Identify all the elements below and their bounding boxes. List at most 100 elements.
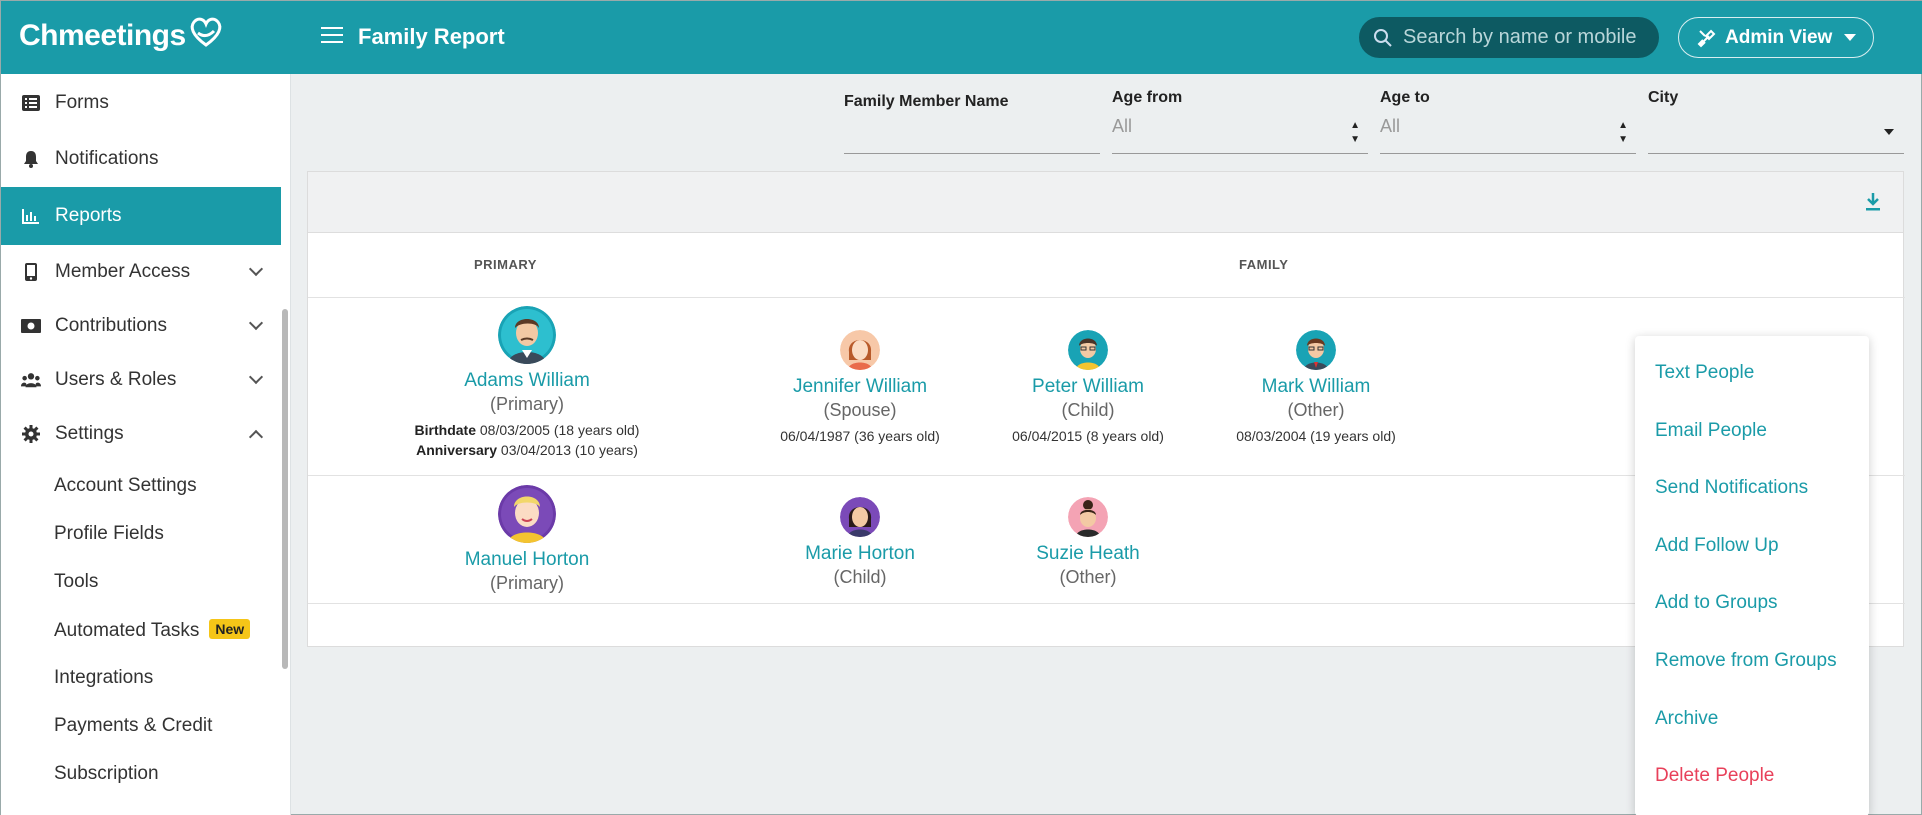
sidebar-subitem-profile-fields[interactable]: Profile Fields [54, 523, 164, 545]
sidebar-item-notifications[interactable]: Notifications [1, 131, 281, 187]
sidebar-item-label: Settings [55, 423, 124, 444]
sidebar-scrollbar[interactable] [282, 309, 288, 669]
person-role: (Other) [1059, 567, 1117, 587]
person-role: (Child) [833, 567, 887, 587]
avatar[interactable] [498, 306, 556, 364]
menu-item-email-people[interactable]: Email People [1655, 420, 1767, 442]
avatar[interactable] [498, 485, 556, 543]
gear-icon [21, 424, 41, 444]
number-spinner-icon[interactable]: ▲ ▼ [1618, 119, 1628, 147]
sidebar-subitem-integrations[interactable]: Integrations [54, 667, 153, 689]
table-row-primary-person: Adams William (Primary) Birthdate 08/03/… [407, 306, 647, 458]
family-member: Suzie Heath (Other) [968, 497, 1208, 588]
sidebar-subitem-label: Automated Tasks [54, 620, 200, 641]
sidebar-item-label: Contributions [55, 315, 167, 336]
users-icon [21, 370, 41, 390]
hamburger-menu-icon[interactable] [321, 27, 343, 47]
menu-item-remove-from-groups[interactable]: Remove from Groups [1655, 650, 1837, 672]
family-member: Mark William (Other) 08/03/2004 (19 year… [1196, 330, 1436, 444]
person-name-link[interactable]: Mark William [1196, 376, 1436, 398]
download-icon[interactable] [1865, 192, 1881, 212]
avatar[interactable] [1068, 497, 1108, 537]
sidebar-item-member-access[interactable]: Member Access [1, 244, 281, 300]
person-role: (Primary) [490, 573, 564, 593]
sidebar-item-label: Notifications [55, 148, 159, 169]
logo-text: Chmeetings [19, 19, 186, 52]
bell-icon [21, 149, 41, 169]
search-icon [1374, 28, 1392, 47]
avatar[interactable] [840, 330, 880, 370]
search-input[interactable] [1403, 26, 1653, 49]
new-badge: New [209, 619, 251, 639]
chevron-up-icon [248, 429, 264, 445]
person-anniversary: Anniversary 03/04/2013 (10 years) [407, 442, 647, 458]
sidebar-subitem-payments-credit[interactable]: Payments & Credit [54, 715, 212, 737]
sidebar-item-contributions[interactable]: Contributions [1, 298, 281, 354]
age-to-filter[interactable]: Age to All ▲ ▼ [1380, 89, 1636, 154]
avatar[interactable] [840, 497, 880, 537]
person-role: (Primary) [490, 394, 564, 414]
person-birthdate: 06/04/2015 (8 years old) [1012, 428, 1164, 444]
family-member: Marie Horton (Child) [740, 497, 980, 588]
menu-item-add-follow-up[interactable]: Add Follow Up [1655, 535, 1779, 557]
anniversary-value: 03/04/2013 (10 years) [500, 442, 638, 458]
forms-icon [21, 93, 41, 113]
age-to-value: All [1380, 116, 1401, 136]
sidebar-item-label: Users & Roles [55, 369, 177, 390]
page-title: Family Report [358, 24, 505, 49]
avatar[interactable] [1296, 330, 1336, 370]
sidebar-subitem-account-settings[interactable]: Account Settings [54, 475, 197, 497]
sidebar-item-label: Member Access [55, 261, 191, 282]
age-from-filter[interactable]: Age from All ▲ ▼ [1112, 89, 1368, 154]
admin-view-label: Admin View [1725, 26, 1833, 48]
logo-heart-icon [190, 17, 221, 47]
money-icon [21, 316, 41, 336]
menu-item-delete-people[interactable]: Delete People [1655, 765, 1774, 787]
sidebar-item-settings[interactable]: Settings [1, 406, 281, 462]
person-role: (Child) [1061, 400, 1115, 420]
search-box[interactable] [1359, 17, 1659, 58]
sidebar-subitem-automated-tasks[interactable]: Automated Tasks New [54, 619, 251, 642]
sidebar-item-users-roles[interactable]: Users & Roles [1, 352, 281, 408]
chart-icon [21, 206, 41, 226]
person-name-link[interactable]: Peter William [968, 376, 1208, 398]
person-name-link[interactable]: Jennifer William [740, 376, 980, 398]
person-role: (Other) [1287, 400, 1345, 420]
filter-label: Age to [1380, 89, 1430, 106]
card-toolbar [308, 172, 1903, 233]
sidebar-item-label: Forms [55, 92, 109, 113]
app-logo[interactable]: Chmeetings [19, 17, 224, 53]
filter-label: Family Member Name [844, 93, 1009, 110]
divider [308, 297, 1905, 298]
chevron-down-icon [248, 369, 264, 385]
chevron-down-icon [248, 261, 264, 277]
menu-item-archive[interactable]: Archive [1655, 708, 1718, 730]
menu-item-text-people[interactable]: Text People [1655, 362, 1754, 384]
sidebar-item-label: Reports [55, 205, 122, 226]
sidebar-subitem-tools[interactable]: Tools [54, 571, 98, 593]
chevron-down-icon [248, 315, 264, 331]
column-header-primary[interactable]: PRIMARY [474, 257, 537, 272]
menu-item-add-to-groups[interactable]: Add to Groups [1655, 592, 1778, 614]
sidebar-item-reports[interactable]: Reports [1, 187, 281, 245]
sidebar-item-forms[interactable]: Forms [1, 75, 281, 131]
person-birthdate: 06/04/1987 (36 years old) [780, 428, 940, 444]
sidebar-subitem-subscription[interactable]: Subscription [54, 763, 159, 785]
person-name-link[interactable]: Marie Horton [740, 543, 980, 565]
birthdate-label: Birthdate [414, 422, 476, 438]
person-birthdate: 08/03/2004 (19 years old) [1236, 428, 1396, 444]
family-member-name-filter[interactable]: Family Member Name [844, 89, 1100, 154]
menu-item-send-notifications[interactable]: Send Notifications [1655, 477, 1808, 499]
family-member: Jennifer William (Spouse) 06/04/1987 (36… [740, 330, 980, 444]
admin-view-button[interactable]: Admin View [1678, 17, 1874, 58]
column-header-family[interactable]: FAMILY [1239, 257, 1288, 272]
person-birthdate: Birthdate 08/03/2005 (18 years old) [407, 422, 647, 438]
chevron-down-icon [1844, 34, 1857, 41]
person-name-link[interactable]: Manuel Horton [407, 549, 647, 571]
sidebar: Forms Notifications Reports Member Acces… [1, 74, 291, 815]
avatar[interactable] [1068, 330, 1108, 370]
person-name-link[interactable]: Adams William [407, 370, 647, 392]
city-filter[interactable]: City [1648, 89, 1904, 154]
person-name-link[interactable]: Suzie Heath [968, 543, 1208, 565]
number-spinner-icon[interactable]: ▲ ▼ [1350, 119, 1360, 147]
